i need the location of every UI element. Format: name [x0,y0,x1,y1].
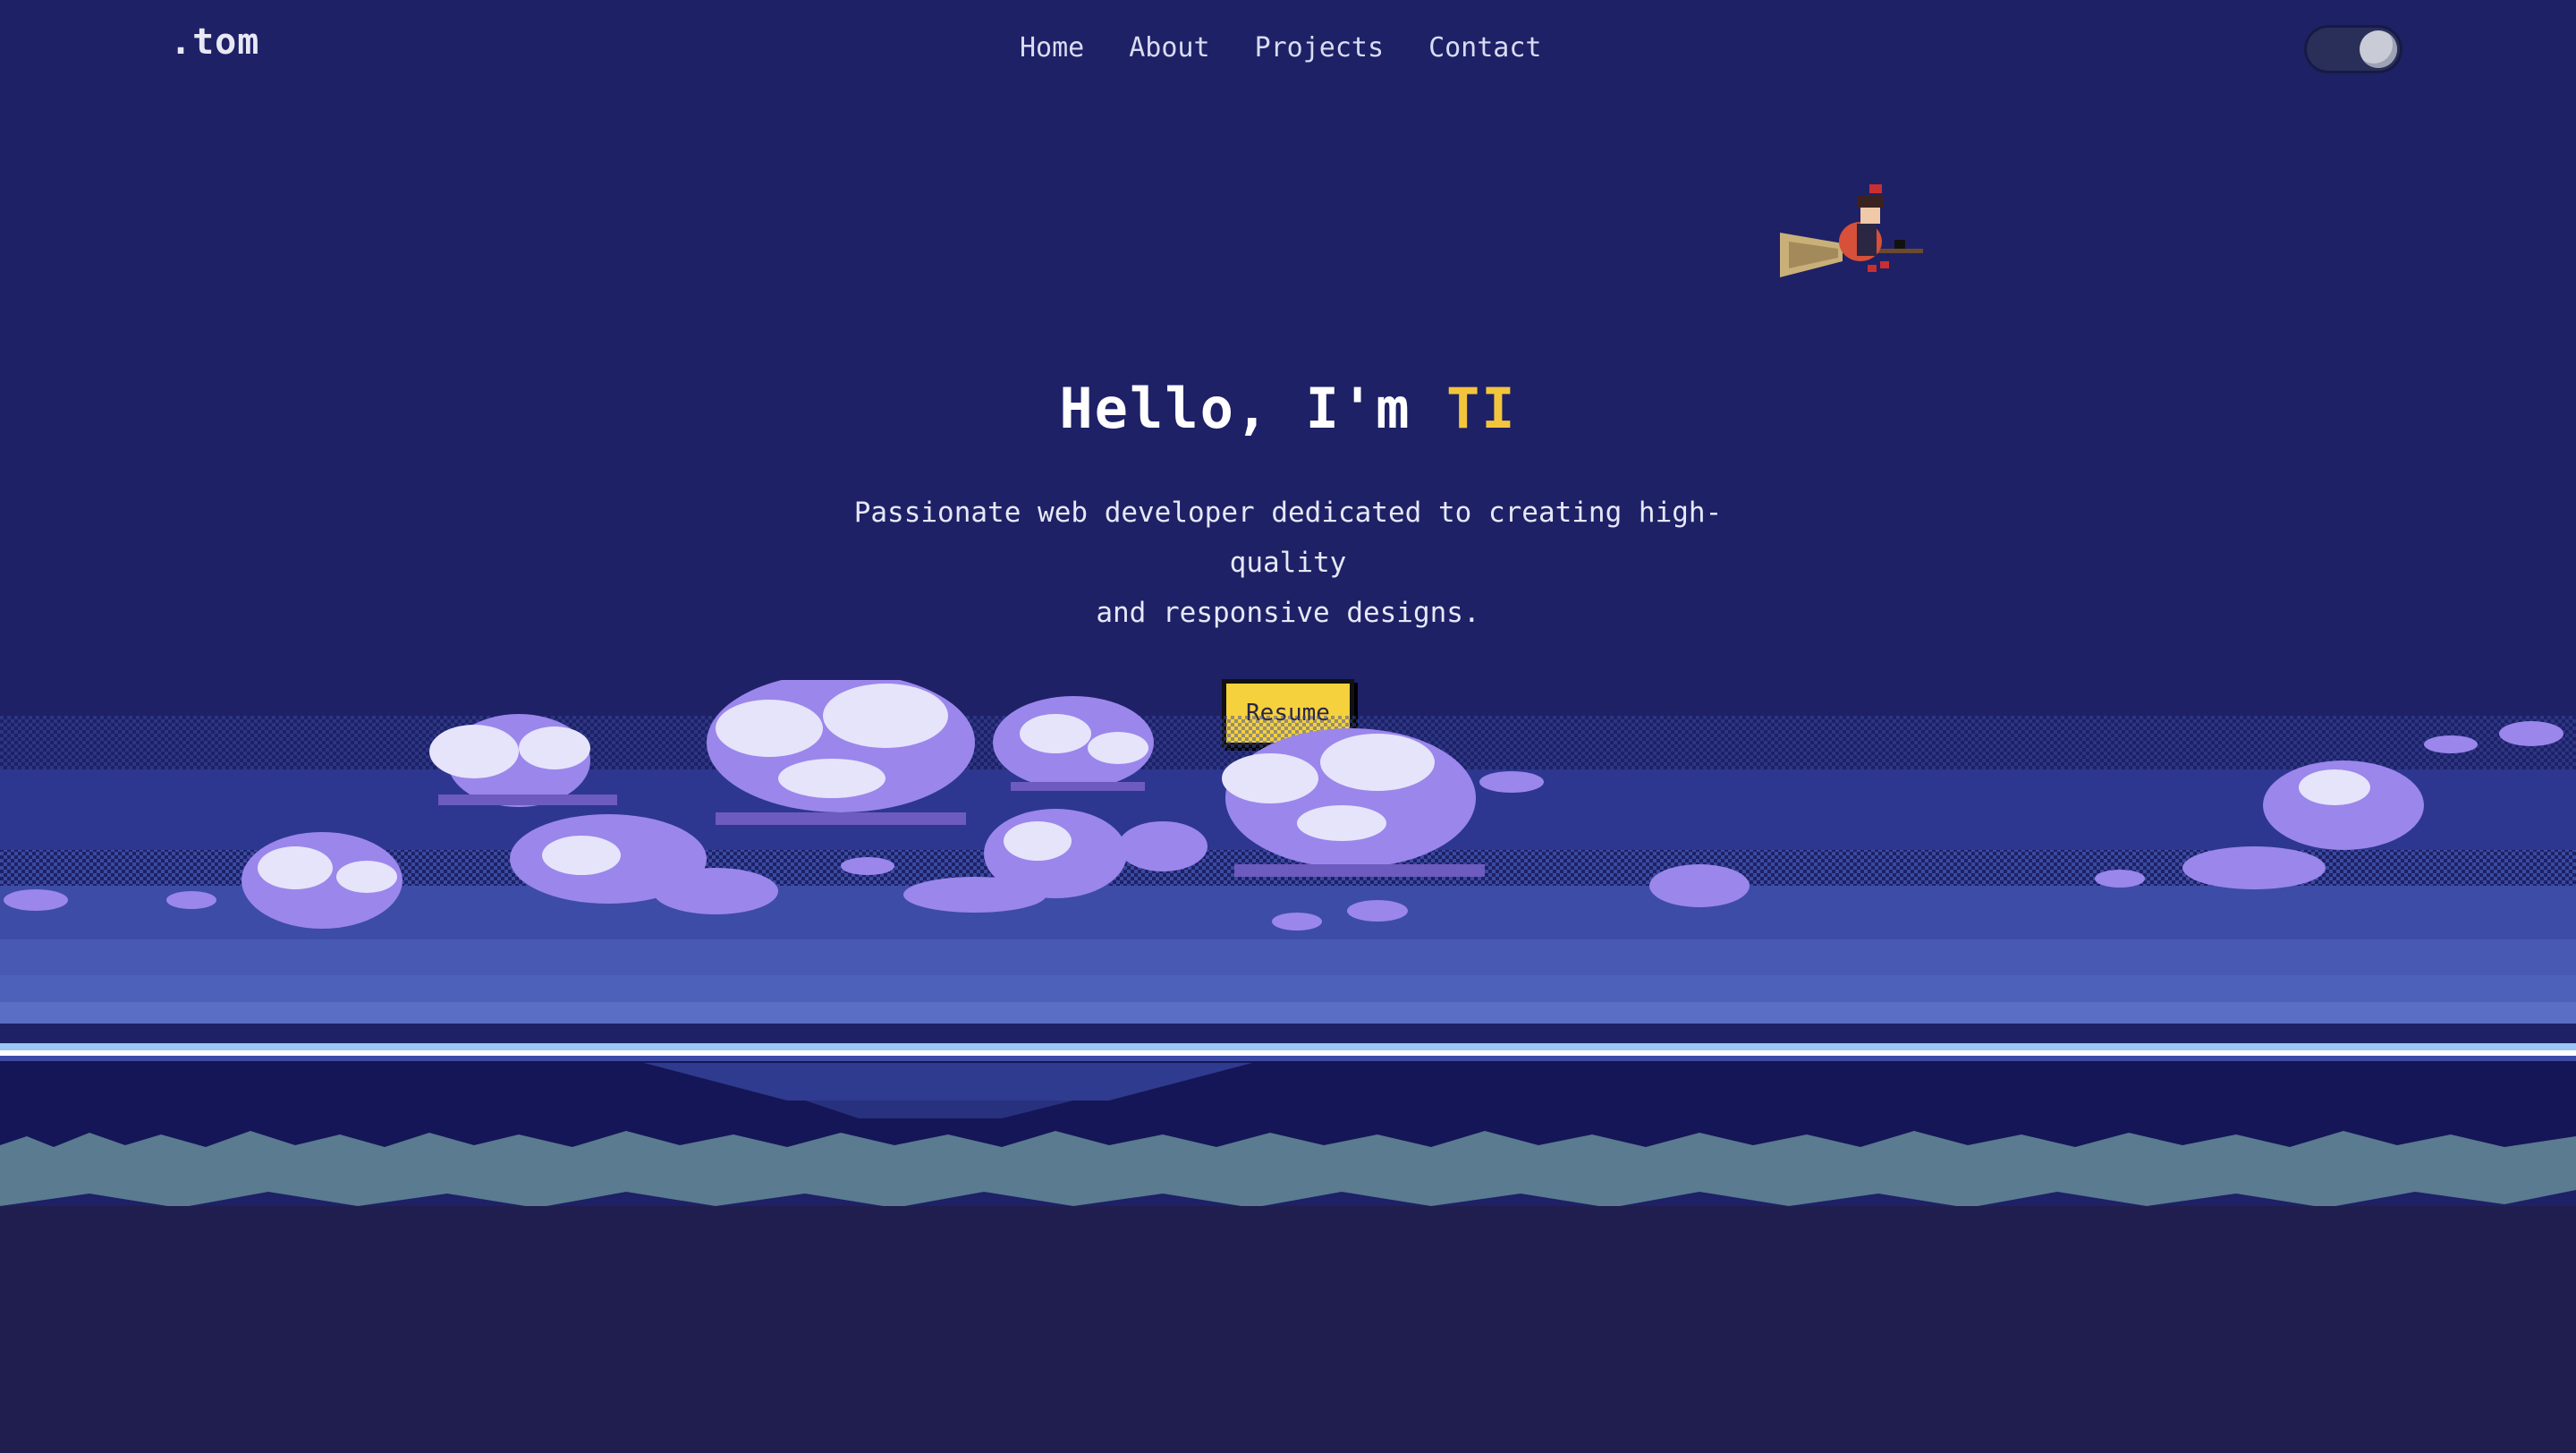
hero-name: TI [1445,376,1517,441]
site-logo[interactable]: .tom [170,21,259,63]
hero-heading: Hello, I'm TI [0,376,2576,441]
nav-home[interactable]: Home [1020,32,1084,64]
hero-description-line1: Passionate web developer dedicated to cr… [853,497,1723,579]
navbar: .tom Home About Projects Contact [0,0,2576,98]
ground [0,1206,2576,1453]
horizon-line [0,1043,2576,1050]
hero-description-line2: and responsive designs. [1096,597,1480,629]
hero-description: Passionate web developer dedicated to cr… [796,488,1780,638]
nav-projects[interactable]: Projects [1255,32,1385,64]
witch-on-broom-icon [1780,184,1923,277]
toggle-knob-icon [2360,30,2397,68]
cloud-5 [242,832,402,929]
horizon-shadow [0,1056,2576,1061]
theme-toggle[interactable] [2304,25,2402,73]
nav-links: Home About Projects Contact [1020,32,1542,64]
nav-contact[interactable]: Contact [1428,32,1541,64]
nav-about[interactable]: About [1129,32,1209,64]
pixel-landscape [0,680,2576,1453]
hero-greeting: Hello, I'm [1059,376,1411,441]
horizon-highlight [0,1050,2576,1056]
sky-band-7 [0,1002,2576,1024]
